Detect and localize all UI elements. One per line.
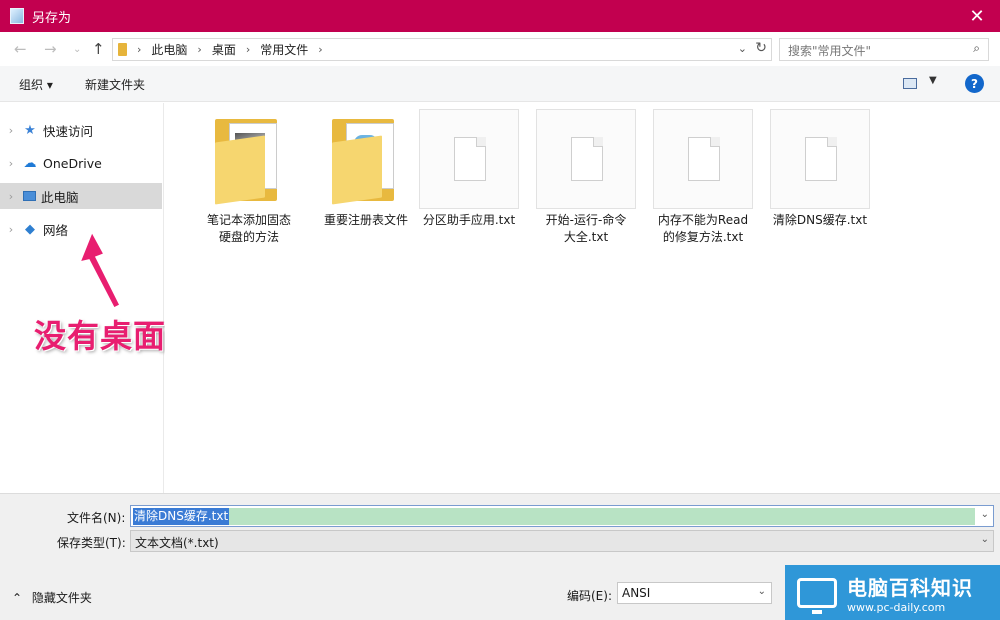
chevron-down-icon[interactable]: ⌄ bbox=[981, 534, 989, 545]
monitor-icon bbox=[797, 577, 837, 614]
folder-icon bbox=[316, 109, 416, 209]
file-name: 笔记本添加固态 硬盘的方法 bbox=[206, 213, 291, 244]
save-type-label: 保存类型(T): bbox=[57, 536, 126, 550]
sidebar-item-onedrive[interactable]: › ☁ OneDrive bbox=[0, 150, 162, 176]
annotation-arrow bbox=[78, 232, 122, 310]
title-bar: 另存为 ✕ bbox=[0, 0, 1000, 32]
chevron-up-icon: ⌃ bbox=[12, 591, 23, 605]
file-name: 重要注册表文件 bbox=[323, 213, 408, 227]
search-input[interactable]: 搜索"常用文件" ⌕ bbox=[779, 38, 989, 61]
search-icon[interactable]: ⌕ bbox=[973, 41, 980, 56]
expand-chevron-icon[interactable]: › bbox=[0, 190, 22, 203]
watermark-title: 电脑百科知识 bbox=[847, 575, 973, 600]
sidebar-item-quick-access[interactable]: › ★ 快速访问 bbox=[0, 117, 162, 143]
address-row: ← → ⌄ ↑ › 此电脑 › 桌面 › 常用文件 › ⌄ ↻ 搜索"常用文件"… bbox=[0, 32, 1000, 66]
encoding-value: ANSI bbox=[622, 586, 651, 600]
file-item[interactable]: 开始-运行-命令 大全.txt bbox=[534, 109, 638, 246]
file-item[interactable]: 重要注册表文件 bbox=[314, 109, 418, 229]
notepad-icon bbox=[10, 8, 24, 24]
file-item[interactable]: 内存不能为Read 的修复方法.txt bbox=[651, 109, 755, 246]
breadcrumb-desktop[interactable]: 桌面 bbox=[212, 41, 236, 58]
expand-chevron-icon[interactable]: › bbox=[0, 124, 22, 137]
view-options-icon[interactable] bbox=[903, 78, 917, 89]
sidebar-item-label: OneDrive bbox=[43, 155, 102, 171]
chevron-right-icon[interactable]: › bbox=[197, 43, 201, 56]
view-dropdown-icon[interactable]: ▼ bbox=[929, 75, 937, 86]
filename-label: 文件名(N): bbox=[67, 511, 126, 525]
expand-chevron-icon[interactable]: › bbox=[0, 157, 22, 170]
help-button[interactable]: ? bbox=[965, 74, 984, 93]
search-placeholder: 搜索"常用文件" bbox=[788, 44, 872, 58]
forward-arrow-icon[interactable]: → bbox=[44, 40, 57, 58]
text-file-icon bbox=[653, 109, 753, 209]
file-item[interactable]: 分区助手应用.txt bbox=[417, 109, 521, 229]
back-arrow-icon[interactable]: ← bbox=[14, 40, 27, 58]
filename-value: 清除DNS缓存.txt bbox=[133, 508, 230, 525]
chevron-down-icon[interactable]: ⌄ bbox=[738, 42, 747, 55]
save-type-select[interactable]: 文本文档(*.txt) ⌄ bbox=[130, 530, 994, 552]
sidebar-item-this-pc[interactable]: › 此电脑 bbox=[0, 183, 162, 209]
file-name: 清除DNS缓存.txt bbox=[772, 213, 868, 227]
save-type-value: 文本文档(*.txt) bbox=[135, 536, 219, 550]
sidebar-item-label: 网络 bbox=[43, 222, 69, 238]
sidebar-item-label: 快速访问 bbox=[43, 123, 94, 139]
file-name: 内存不能为Read 的修复方法.txt bbox=[657, 213, 749, 244]
chevron-down-icon[interactable]: ⌄ bbox=[758, 586, 766, 597]
chevron-right-icon[interactable]: › bbox=[246, 43, 250, 56]
file-name: 分区助手应用.txt bbox=[422, 213, 516, 227]
network-icon: ◆ bbox=[25, 221, 35, 237]
refresh-icon[interactable]: ↻ bbox=[755, 40, 767, 56]
toolbar: 组织 ▾ 新建文件夹 ▼ ? bbox=[0, 66, 1000, 102]
chevron-right-icon[interactable]: › bbox=[318, 43, 322, 56]
chevron-right-icon[interactable]: › bbox=[137, 43, 141, 56]
close-button[interactable]: ✕ bbox=[954, 0, 1000, 32]
filename-field[interactable]: 清除DNS缓存.txt ⌄ bbox=[130, 505, 994, 527]
hide-folders-button[interactable]: ⌃ 隐藏文件夹 bbox=[12, 589, 92, 606]
folder-icon bbox=[118, 43, 127, 56]
file-item[interactable]: 笔记本添加固态 硬盘的方法 bbox=[197, 109, 301, 246]
new-folder-button[interactable]: 新建文件夹 bbox=[85, 76, 145, 93]
cloud-icon: ☁ bbox=[23, 155, 37, 171]
encoding-label: 编码(E): bbox=[567, 589, 612, 603]
file-name: 开始-运行-命令 大全.txt bbox=[545, 213, 627, 244]
expand-chevron-icon[interactable]: › bbox=[0, 223, 22, 236]
text-file-icon bbox=[770, 109, 870, 209]
window-title: 另存为 bbox=[32, 10, 72, 26]
watermark-logo: 电脑百科知识 www.pc-daily.com bbox=[785, 565, 1000, 620]
file-list: 笔记本添加固态 硬盘的方法 重要注册表文件 分区助手应用.txt 开始-运行-命令… bbox=[165, 103, 1000, 493]
breadcrumb-this-pc[interactable]: 此电脑 bbox=[151, 41, 187, 58]
computer-icon bbox=[23, 191, 36, 201]
organize-button[interactable]: 组织 ▾ bbox=[19, 76, 53, 93]
chevron-down-icon[interactable]: ⌄ bbox=[981, 509, 989, 520]
recent-dropdown-icon[interactable]: ⌄ bbox=[73, 44, 81, 55]
file-item[interactable]: 清除DNS缓存.txt bbox=[768, 109, 872, 229]
text-file-icon bbox=[536, 109, 636, 209]
breadcrumb-common-files[interactable]: 常用文件 bbox=[260, 41, 308, 58]
watermark-url: www.pc-daily.com bbox=[847, 600, 946, 614]
encoding-select[interactable]: ANSI ⌄ bbox=[617, 582, 772, 604]
address-bar[interactable]: › 此电脑 › 桌面 › 常用文件 › ⌄ ↻ bbox=[112, 38, 772, 61]
text-file-icon bbox=[419, 109, 519, 209]
folder-icon bbox=[199, 109, 299, 209]
up-arrow-icon[interactable]: ↑ bbox=[92, 40, 105, 58]
sidebar-item-label: 此电脑 bbox=[41, 189, 79, 205]
star-icon: ★ bbox=[24, 122, 36, 138]
